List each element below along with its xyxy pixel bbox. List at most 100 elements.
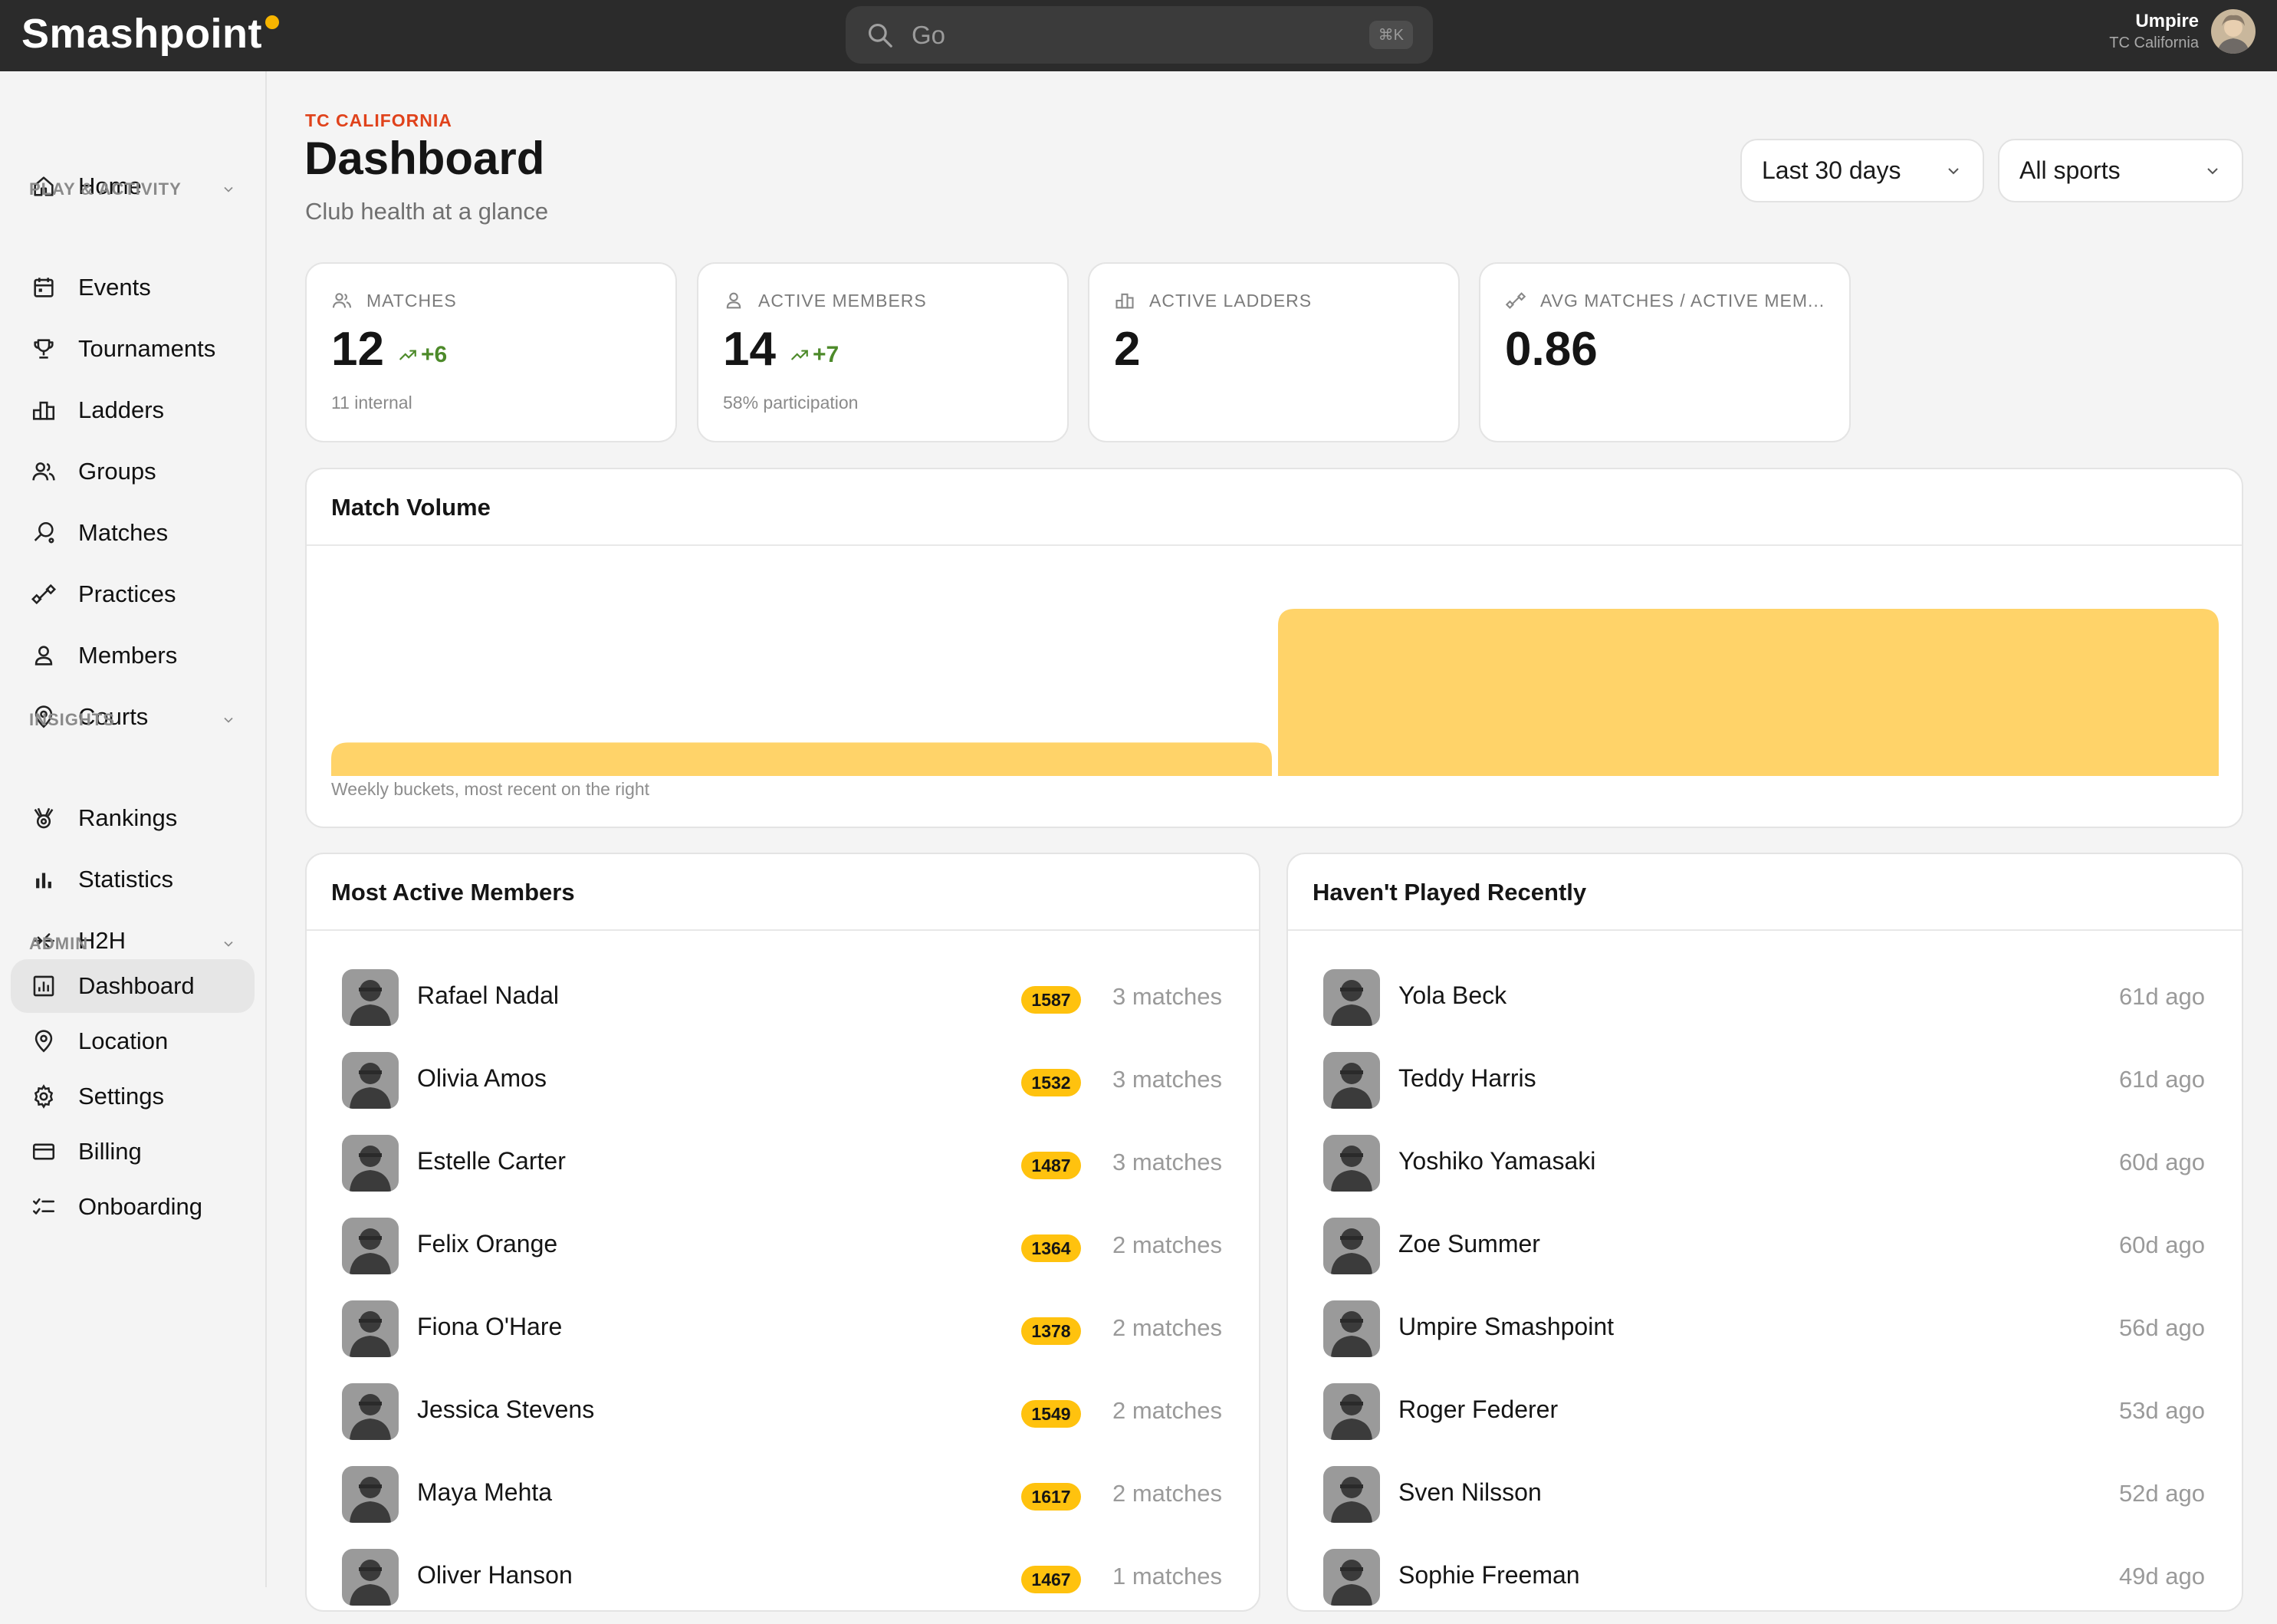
avatar[interactable] bbox=[1323, 1549, 1380, 1606]
avatar[interactable] bbox=[1323, 1383, 1380, 1440]
logo[interactable]: Smashpoint bbox=[21, 6, 280, 61]
member-name[interactable]: Maya Mehta bbox=[417, 1478, 552, 1507]
member-name[interactable]: Felix Orange bbox=[417, 1230, 557, 1258]
sidebar-item-onboarding[interactable]: Onboarding bbox=[11, 1180, 255, 1234]
avatar[interactable] bbox=[342, 1218, 399, 1274]
list-item[interactable]: Umpire Smashpoint 56d ago bbox=[1288, 1293, 2242, 1376]
stat-card-avg-matches[interactable]: AVG MATCHES / ACTIVE MEM... 0.86 bbox=[1479, 262, 1851, 442]
sidebar-item-billing[interactable]: Billing bbox=[11, 1125, 255, 1179]
rating-badge: 1364 bbox=[1021, 1234, 1081, 1262]
rating-badge: 1467 bbox=[1021, 1566, 1081, 1593]
search-input[interactable]: Go bbox=[912, 21, 1369, 50]
users-icon bbox=[332, 293, 352, 308]
sidebar-item-rankings[interactable]: Rankings bbox=[11, 791, 255, 845]
sidebar-item-tournaments[interactable]: Tournaments bbox=[11, 322, 255, 376]
avatar[interactable] bbox=[342, 969, 399, 1026]
sidebar-item-label: Settings bbox=[78, 1083, 165, 1110]
member-name[interactable]: Estelle Carter bbox=[417, 1147, 566, 1175]
list-item[interactable]: Yola Beck 61d ago bbox=[1288, 962, 2242, 1044]
user-name: Umpire bbox=[2135, 11, 2199, 31]
row-meta: 61d ago bbox=[2118, 1066, 2205, 1093]
section-insights[interactable]: INSIGHTS bbox=[29, 707, 236, 733]
sidebar-item-groups[interactable]: Groups bbox=[11, 445, 255, 498]
list-item[interactable]: Jessica Stevens 1549 2 matches bbox=[307, 1376, 1259, 1458]
avatar[interactable] bbox=[1323, 1135, 1380, 1192]
list-item[interactable]: Maya Mehta 1617 2 matches bbox=[307, 1458, 1259, 1541]
avatar[interactable] bbox=[1323, 1300, 1380, 1357]
list-item[interactable]: Roger Federer 53d ago bbox=[1288, 1376, 2242, 1458]
list-item[interactable]: Teddy Harris 61d ago bbox=[1288, 1044, 2242, 1127]
avatar[interactable] bbox=[342, 1549, 399, 1606]
trend-value: +6 bbox=[420, 342, 448, 367]
sidebar-item-practices[interactable]: Practices bbox=[11, 567, 255, 621]
stat-card-matches[interactable]: MATCHES 12 +6 11 internal bbox=[305, 262, 677, 442]
gear-icon bbox=[34, 1084, 54, 1109]
section-label: INSIGHTS bbox=[29, 710, 115, 729]
member-name[interactable]: Sven Nilsson bbox=[1398, 1478, 1542, 1507]
member-name[interactable]: Rafael Nadal bbox=[417, 981, 559, 1010]
avatar[interactable] bbox=[342, 1052, 399, 1109]
avatar[interactable] bbox=[342, 1383, 399, 1440]
list-item[interactable]: Felix Orange 1364 2 matches bbox=[307, 1210, 1259, 1293]
sidebar-item-matches[interactable]: Matches bbox=[11, 506, 255, 560]
search-bar[interactable]: Go ⌘K bbox=[846, 6, 1433, 64]
chart-bar[interactable] bbox=[331, 742, 1272, 776]
trend-up-icon bbox=[399, 350, 416, 360]
sidebar-item-dashboard[interactable]: Dashboard bbox=[11, 959, 255, 1013]
member-name[interactable]: Oliver Hanson bbox=[417, 1561, 573, 1589]
member-name[interactable]: Sophie Freeman bbox=[1398, 1561, 1580, 1589]
member-name[interactable]: Roger Federer bbox=[1398, 1396, 1558, 1424]
avatar[interactable] bbox=[1323, 1052, 1380, 1109]
dashboard-icon bbox=[33, 975, 54, 997]
avatar[interactable] bbox=[2211, 9, 2256, 54]
section-play-activity[interactable]: PLAY & ACTIVITY bbox=[29, 176, 236, 202]
list-item[interactable]: Estelle Carter 1487 3 matches bbox=[307, 1127, 1259, 1210]
chart-bar[interactable] bbox=[1278, 609, 2219, 776]
section-admin[interactable]: ADMIN bbox=[29, 931, 236, 957]
member-name[interactable]: Jessica Stevens bbox=[417, 1396, 594, 1424]
avatar[interactable] bbox=[342, 1300, 399, 1357]
sidebar-item-location[interactable]: Location bbox=[11, 1014, 255, 1068]
credit-card-icon bbox=[32, 1143, 55, 1160]
sidebar-item-settings[interactable]: Settings bbox=[11, 1070, 255, 1123]
row-meta: 53d ago bbox=[2118, 1397, 2205, 1424]
section-label: PLAY & ACTIVITY bbox=[29, 179, 182, 199]
sidebar-item-statistics[interactable]: Statistics bbox=[11, 853, 255, 906]
member-name[interactable]: Teddy Harris bbox=[1398, 1064, 1536, 1093]
member-name[interactable]: Yoshiko Yamasaki bbox=[1398, 1147, 1595, 1175]
list-item[interactable]: Olivia Amos 1532 3 matches bbox=[307, 1044, 1259, 1127]
member-name[interactable]: Zoe Summer bbox=[1398, 1230, 1540, 1258]
list-item[interactable]: Zoe Summer 60d ago bbox=[1288, 1210, 2242, 1293]
sidebar-item-ladders[interactable]: Ladders bbox=[11, 383, 255, 437]
member-name[interactable]: Umpire Smashpoint bbox=[1398, 1313, 1614, 1341]
list-item[interactable]: Fiona O'Hare 1378 2 matches bbox=[307, 1293, 1259, 1376]
sidebar-item-members[interactable]: Members bbox=[11, 629, 255, 682]
avatar[interactable] bbox=[1323, 969, 1380, 1026]
list-item[interactable]: Sven Nilsson 52d ago bbox=[1288, 1458, 2242, 1541]
sidebar-item-label: Members bbox=[78, 642, 178, 669]
dumbbell-icon bbox=[1505, 292, 1526, 309]
member-name[interactable]: Yola Beck bbox=[1398, 981, 1506, 1010]
list-item[interactable]: Sophie Freeman 49d ago bbox=[1288, 1541, 2242, 1624]
avatar[interactable] bbox=[342, 1466, 399, 1523]
list-item[interactable]: Oliver Hanson 1467 1 matches bbox=[307, 1541, 1259, 1624]
member-name[interactable]: Fiona O'Hare bbox=[417, 1313, 562, 1341]
calendar-icon bbox=[34, 278, 54, 298]
sport-select[interactable]: All sports bbox=[1998, 139, 2243, 202]
user-menu[interactable]: Umpire TC California bbox=[2109, 9, 2256, 54]
rating-badge: 1587 bbox=[1021, 986, 1081, 1014]
period-select[interactable]: Last 30 days bbox=[1740, 139, 1984, 202]
row-meta: 61d ago bbox=[2118, 983, 2205, 1010]
sidebar-item-events[interactable]: Events bbox=[11, 261, 255, 314]
list-item[interactable]: Yoshiko Yamasaki 60d ago bbox=[1288, 1127, 2242, 1210]
stat-card-active-ladders[interactable]: ACTIVE LADDERS 2 bbox=[1088, 262, 1460, 442]
avatar[interactable] bbox=[342, 1135, 399, 1192]
sidebar-item-label: Events bbox=[78, 274, 151, 301]
avatar[interactable] bbox=[1323, 1466, 1380, 1523]
stat-card-active-members[interactable]: ACTIVE MEMBERS 14 +7 58% participation bbox=[697, 262, 1069, 442]
sidebar-item-label: Practices bbox=[78, 580, 176, 607]
avatar[interactable] bbox=[1323, 1218, 1380, 1274]
list-item[interactable]: Rafael Nadal 1587 3 matches bbox=[307, 962, 1259, 1044]
member-name[interactable]: Olivia Amos bbox=[417, 1064, 547, 1093]
sidebar-item-label: Onboarding bbox=[78, 1193, 203, 1220]
